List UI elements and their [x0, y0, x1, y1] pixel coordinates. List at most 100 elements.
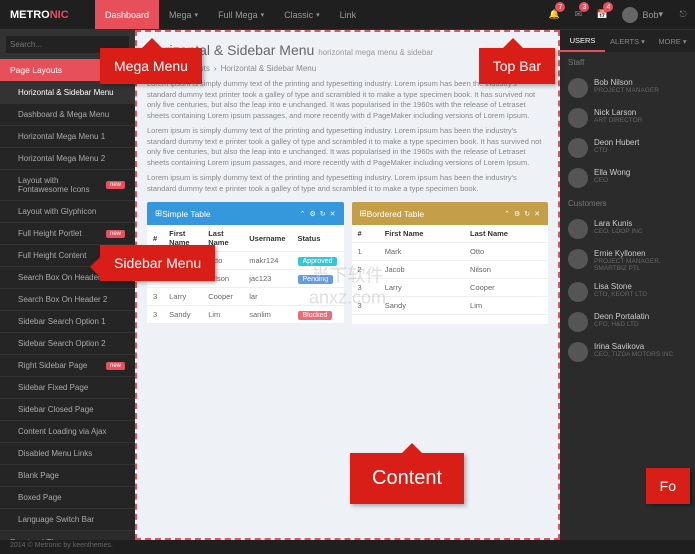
logo[interactable]: METRONIC — [0, 9, 95, 21]
user-name: Deon Portalatin — [594, 312, 687, 321]
sidebar-item[interactable]: Layout with Fontawesome Iconsnew — [0, 170, 135, 201]
table-header: First Name — [379, 225, 464, 243]
config-icon[interactable]: ⚙ — [309, 210, 315, 218]
sidebar-item[interactable]: Sidebar Closed Page — [0, 399, 135, 421]
portlet-header: ⊞ Simple Table⌃⚙↻✕ — [147, 202, 344, 225]
breadcrumb-item: Horizontal & Sidebar Menu — [221, 64, 317, 73]
user-item[interactable]: Lara KunisCEO, LOOP INC — [560, 214, 695, 244]
sidebar-item[interactable]: Boxed Page — [0, 487, 135, 509]
table-header: # — [352, 225, 379, 243]
inbox-icon[interactable]: ✉3 — [566, 0, 590, 29]
user-role: CTO, KEORT LTD — [594, 291, 687, 298]
topnav-item[interactable]: Full Mega▾ — [208, 0, 274, 29]
logout-icon[interactable]: ⎋ — [671, 0, 695, 29]
close-icon[interactable]: ✕ — [534, 210, 540, 218]
collapse-icon[interactable]: ⌃ — [300, 210, 306, 218]
status-badge: Approved — [298, 257, 338, 266]
sidebar-item[interactable]: Dashboard & Mega Menu — [0, 104, 135, 126]
sidebar-item[interactable]: Full Height Portletnew — [0, 223, 135, 245]
sidebar-item[interactable]: Language Switch Bar — [0, 509, 135, 531]
sidebar-item[interactable]: Sidebar Search Option 1 — [0, 311, 135, 333]
user-menu[interactable]: Bob ▾ — [614, 7, 671, 23]
status-badge: Pending — [298, 275, 334, 284]
close-icon[interactable]: ✕ — [330, 210, 336, 218]
user-role: CTO — [594, 147, 687, 154]
table-header: Status — [292, 225, 344, 252]
user-name: Deon Hubert — [594, 138, 687, 147]
user-item[interactable]: Deon PortalatinCFO, H&D LTD — [560, 307, 695, 337]
user-role: CEO, LOOP INC — [594, 228, 687, 235]
user-item[interactable]: Nick LarsonART DIRECTOR — [560, 103, 695, 133]
right-panel: USERSALERTS ▾MORE ▾ Staff Bob NilsonPROJ… — [560, 30, 695, 540]
sidebar-item[interactable]: Search Box On Header 2 — [0, 289, 135, 311]
avatar — [568, 282, 588, 302]
topnav-item[interactable]: Dashboard — [95, 0, 159, 29]
reload-icon[interactable]: ↻ — [320, 210, 326, 218]
avatar — [568, 168, 588, 188]
bordered-table: #First NameLast Name1MarkOtto2JacobNilso… — [352, 225, 549, 315]
user-name: Irina Savikova — [594, 342, 687, 351]
user-role: PROJECT MANAGER — [594, 87, 687, 94]
sidebar-item[interactable]: Sidebar Fixed Page — [0, 377, 135, 399]
user-item[interactable]: Bob NilsonPROJECT MANAGER — [560, 73, 695, 103]
sidebar-item[interactable]: Frontend Themes› — [0, 531, 135, 540]
table-row: 3LarryCooper — [352, 279, 549, 297]
right-tab[interactable]: MORE ▾ — [650, 30, 695, 52]
collapse-icon[interactable]: ⌃ — [504, 210, 510, 218]
right-tab[interactable]: USERS — [560, 30, 605, 52]
user-item[interactable]: Deon HubertCTO — [560, 133, 695, 163]
topnav-item[interactable]: Mega▾ — [159, 0, 208, 29]
avatar — [568, 249, 588, 269]
right-tab[interactable]: ALERTS ▾ — [605, 30, 650, 52]
user-item[interactable]: Lisa StoneCTO, KEORT LTD — [560, 277, 695, 307]
lorem-text: Lorem ipsum is simply dummy text of the … — [147, 126, 548, 168]
sidebar-item[interactable]: Content Loading via Ajax — [0, 421, 135, 443]
user-item[interactable]: Ernie KyllonenPROJECT MANAGER, SMARTBIZ … — [560, 244, 695, 277]
user-role: PROJECT MANAGER, SMARTBIZ PTL — [594, 258, 687, 272]
table-row: 3SandyLimsanlimBlocked — [147, 306, 344, 324]
sidebar-item[interactable]: Horizontal & Sidebar Menu — [0, 82, 135, 104]
sidebar-item[interactable]: Right Sidebar Pagenew — [0, 355, 135, 377]
callout-sidebar: Sidebar Menu — [100, 245, 215, 281]
avatar — [568, 342, 588, 362]
section-header: Customers — [560, 193, 695, 214]
tasks-icon[interactable]: 📅4 — [590, 0, 614, 29]
section-header: Staff — [560, 52, 695, 73]
notification-icon[interactable]: 🔔7 — [542, 0, 566, 29]
sidebar-item[interactable]: Layout with Glyphicon — [0, 201, 135, 223]
topnav-item[interactable]: Link — [330, 0, 367, 29]
avatar — [568, 312, 588, 332]
sidebar-item[interactable]: Horizontal Mega Menu 2 — [0, 148, 135, 170]
table-row: 1MarkOtto — [352, 243, 549, 261]
config-icon[interactable]: ⚙ — [514, 210, 520, 218]
top-nav: DashboardMega▾Full Mega▾Classic▾Link — [95, 0, 366, 29]
reload-icon[interactable]: ↻ — [524, 210, 530, 218]
topbar-right: 🔔7 ✉3 📅4 Bob ▾ ⎋ — [542, 0, 695, 29]
sidebar: Page LayoutsHorizontal & Sidebar MenuDas… — [0, 30, 135, 540]
sidebar-item[interactable]: Horizontal Mega Menu 1 — [0, 126, 135, 148]
sidebar-item[interactable]: Disabled Menu Links — [0, 443, 135, 465]
sidebar-item[interactable]: Blank Page — [0, 465, 135, 487]
table-row: 2JacobNilson — [352, 261, 549, 279]
avatar — [568, 78, 588, 98]
sidebar-item[interactable]: Sidebar Search Option 2 — [0, 333, 135, 355]
user-item[interactable]: Irina SavikovaCEO, TIZDA MOTORS INC — [560, 337, 695, 367]
user-role: ART DIRECTOR — [594, 117, 687, 124]
callout-mega: Mega Menu — [100, 48, 202, 84]
avatar — [568, 138, 588, 158]
callout-content: Content — [350, 453, 464, 504]
user-role: CEO, TIZDA MOTORS INC — [594, 351, 687, 358]
content-area: Horizontal & Sidebar Menu horizontal meg… — [135, 30, 560, 540]
user-name: Ella Wong — [594, 168, 687, 177]
topnav-item[interactable]: Classic▾ — [274, 0, 330, 29]
portlet-header: ⊞ Bordered Table⌃⚙↻✕ — [352, 202, 549, 225]
user-role: CEO — [594, 177, 687, 184]
user-name: Nick Larson — [594, 108, 687, 117]
callout-footer: Fo — [646, 468, 690, 504]
callout-topbar: Top Bar — [479, 48, 555, 84]
user-name: Lisa Stone — [594, 282, 687, 291]
status-badge: Blocked — [298, 311, 333, 320]
table-header: Last Name — [464, 225, 548, 243]
user-item[interactable]: Ella WongCEO — [560, 163, 695, 193]
lorem-text: Lorem ipsum is simply dummy text of the … — [147, 173, 548, 194]
